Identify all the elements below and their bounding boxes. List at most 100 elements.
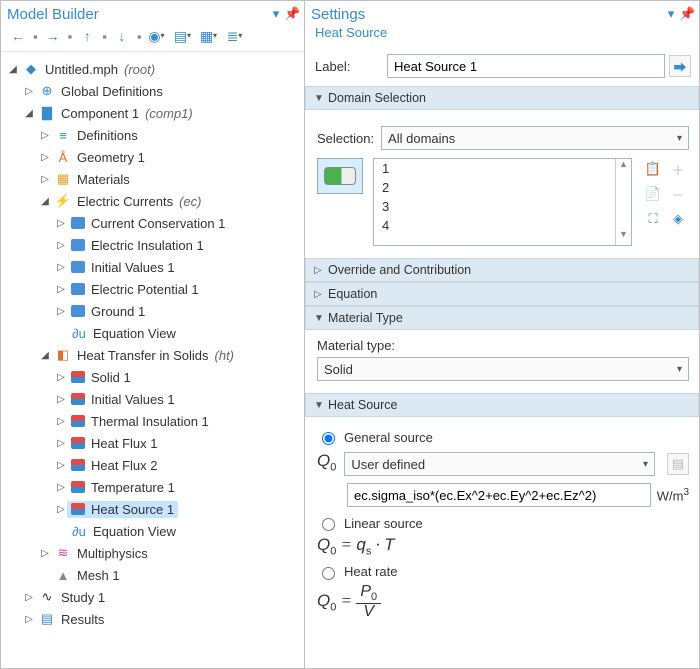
section-title: Override and Contribution [328,263,471,277]
q0-info-button[interactable]: ▤ [667,453,689,475]
tree-node[interactable]: ▷ Solid 1 [3,366,302,388]
selection-combo[interactable]: All domains [381,126,689,150]
collapse-button[interactable]: ▤ [171,27,193,45]
tree-node[interactable]: ▷ Heat Flux 1 [3,432,302,454]
chevron-down-icon[interactable]: ◢ [7,64,19,75]
tree-node[interactable]: ▷ Electric Potential 1 [3,278,302,300]
radio-linear-row[interactable]: Linear source [317,515,689,531]
htfeat-icon [71,437,85,449]
create-selection-button[interactable]: ◈ [667,208,689,230]
chevron-right-icon[interactable]: ▷ [55,284,67,295]
domain-item[interactable]: 1 [374,159,631,178]
domain-item[interactable]: 2 [374,178,631,197]
radio-general[interactable] [322,432,335,445]
pin-icon[interactable]: 📌 [284,6,300,22]
goto-source-button[interactable]: ⮕ [669,55,691,77]
tree-node[interactable]: ▷▦Materials [3,168,302,190]
chevron-right-icon[interactable]: ▷ [23,592,35,603]
chevron-right-icon[interactable]: ▷ [55,438,67,449]
tree-node[interactable]: ◢◆Untitled.mph (root) [3,58,302,80]
chevron-right-icon[interactable]: ▷ [23,614,35,625]
chevron-right-icon[interactable]: ▷ [23,86,35,97]
remove-selection-button[interactable]: － [667,183,689,205]
chevron-right-icon[interactable]: ▷ [55,416,67,427]
tree-node[interactable]: ▷ Electric Insulation 1 [3,234,302,256]
radio-heatrate-row[interactable]: Heat rate [317,564,689,580]
tree-node[interactable]: ◢◧Heat Transfer in Solids (ht) [3,344,302,366]
chevron-right-icon[interactable]: ▷ [55,460,67,471]
tree-node[interactable]: ▷ Ground 1 [3,300,302,322]
nav-up-button[interactable]: ↑ [76,27,98,45]
copy-selection-button[interactable]: 📄 [642,183,664,205]
tree-node[interactable]: ▷ Initial Values 1 [3,388,302,410]
chevron-right-icon[interactable]: ▷ [55,504,67,515]
add-selection-button[interactable]: ＋ [667,158,689,180]
tree-node[interactable]: ∂uEquation View [3,520,302,542]
chevron-right-icon[interactable]: ▷ [55,262,67,273]
tree-node[interactable]: ▷≡Definitions [3,124,302,146]
model-builder-panel: Model Builder ▾ 📌 ←▪ →▪ ↑▪ ↓▪ ◉ ▤ ▦ ≣ ◢◆… [1,1,305,668]
panel-menu-icon[interactable]: ▾ [268,6,284,22]
chevron-right-icon[interactable]: ▷ [55,218,67,229]
label-input[interactable] [387,54,665,78]
expand-button[interactable]: ▦ [197,27,219,45]
section-override[interactable]: Override and Contribution [305,258,699,282]
chevron-right-icon[interactable]: ▷ [39,548,51,559]
tree-node[interactable]: ◢▇Component 1 (comp1) [3,102,302,124]
scrollbar[interactable]: ▲ ▼ [615,159,631,245]
tree-node[interactable]: ▷▤Results [3,608,302,630]
chevron-right-icon[interactable]: ▷ [39,152,51,163]
nav-forward-button[interactable]: → [42,27,64,45]
tree-node[interactable]: ▷ Temperature 1 [3,476,302,498]
q0-expression-input[interactable] [347,483,651,507]
scroll-down-icon[interactable]: ▼ [616,229,631,245]
material-type-combo[interactable]: Solid [317,357,689,381]
radio-general-row[interactable]: General source [317,429,689,445]
tree-node[interactable]: ▲Mesh 1 [3,564,302,586]
domain-item[interactable]: 3 [374,197,631,216]
radio-linear[interactable] [322,518,335,531]
tree-node-tag: (root) [124,62,155,77]
scroll-up-icon[interactable]: ▲ [616,159,631,175]
tree-node[interactable]: ▷⊕Global Definitions [3,80,302,102]
show-button[interactable]: ◉ [145,27,167,45]
chevron-right-icon[interactable]: ▷ [55,372,67,383]
chevron-right-icon[interactable]: ▷ [55,306,67,317]
model-tree[interactable]: ◢◆Untitled.mph (root)▷⊕Global Definition… [1,52,304,668]
nav-back-button[interactable]: ← [7,27,29,45]
chevron-down-icon[interactable]: ◢ [23,108,35,119]
radio-heatrate[interactable] [322,567,335,580]
section-material-type[interactable]: Material Type [305,306,699,330]
chevron-right-icon[interactable]: ▷ [55,394,67,405]
chevron-right-icon[interactable]: ▷ [55,482,67,493]
q0-mode-combo[interactable]: User defined [344,452,655,476]
tree-node[interactable]: ▷ Current Conservation 1 [3,212,302,234]
chevron-right-icon[interactable]: ▷ [39,174,51,185]
domain-list[interactable]: 1234 ▲ ▼ [373,158,632,246]
section-heat-source[interactable]: Heat Source [305,393,699,417]
tree-node[interactable]: ▷ Heat Flux 2 [3,454,302,476]
feat-icon [71,305,85,317]
active-toggle-button[interactable] [317,158,363,194]
chevron-right-icon[interactable]: ▷ [55,240,67,251]
tree-node[interactable]: ▷∿Study 1 [3,586,302,608]
tree-node[interactable]: ◢⚡Electric Currents (ec) [3,190,302,212]
paste-selection-button[interactable]: 📋 [642,158,664,180]
pin-icon[interactable]: 📌 [679,6,695,22]
chevron-right-icon[interactable]: ▷ [39,130,51,141]
tree-node[interactable]: ▷ÅGeometry 1 [3,146,302,168]
section-equation[interactable]: Equation [305,282,699,306]
domain-item[interactable]: 4 [374,216,631,235]
tree-node[interactable]: ▷ Heat Source 1 [3,498,302,520]
tree-options-button[interactable]: ≣ [223,27,245,45]
chevron-down-icon[interactable]: ◢ [39,350,51,361]
tree-node[interactable]: ▷≋Multiphysics [3,542,302,564]
panel-menu-icon[interactable]: ▾ [663,6,679,22]
tree-node[interactable]: ▷ Initial Values 1 [3,256,302,278]
tree-node[interactable]: ∂uEquation View [3,322,302,344]
tree-node[interactable]: ▷ Thermal Insulation 1 [3,410,302,432]
zoom-selection-button[interactable]: ⛶ [642,208,664,230]
section-domain-selection[interactable]: Domain Selection [305,86,699,110]
nav-down-button[interactable]: ↓ [111,27,133,45]
chevron-down-icon[interactable]: ◢ [39,196,51,207]
